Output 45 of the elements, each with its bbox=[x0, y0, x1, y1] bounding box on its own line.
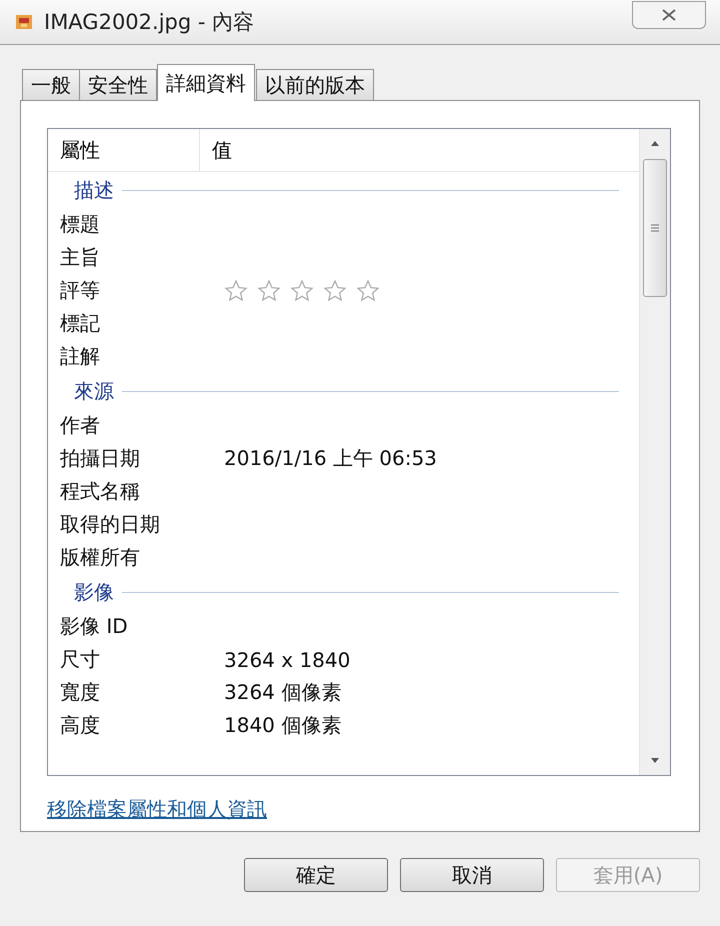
star-icon bbox=[224, 278, 248, 302]
property-value: 1840 個像素 bbox=[224, 712, 342, 739]
star-icon bbox=[323, 278, 347, 302]
up-arrow-icon bbox=[649, 139, 661, 147]
star-icon bbox=[257, 278, 281, 302]
property-name: 寬度 bbox=[59, 679, 101, 706]
down-arrow-icon bbox=[649, 757, 661, 765]
group-heading: 影像 bbox=[74, 578, 114, 606]
column-header[interactable]: 值 bbox=[200, 136, 232, 164]
grip-icon bbox=[650, 223, 660, 233]
tab[interactable]: 詳細資料 bbox=[157, 64, 255, 101]
tab[interactable]: 安全性 bbox=[79, 69, 157, 101]
property-name: 程式名稱 bbox=[59, 478, 141, 505]
group-heading: 描述 bbox=[74, 176, 114, 204]
tab[interactable]: 以前的版本 bbox=[256, 69, 374, 101]
group-heading: 來源 bbox=[74, 378, 114, 404]
property-name: 尺寸 bbox=[59, 646, 101, 673]
property-name: 標題 bbox=[59, 211, 101, 238]
star-icon bbox=[356, 278, 380, 302]
property-value: 2016/1/16 上午 06:53 bbox=[224, 445, 437, 472]
property-name: 取得的日期 bbox=[59, 511, 161, 538]
column-header[interactable]: 屬性 bbox=[48, 129, 200, 171]
dialog-button[interactable]: 取消 bbox=[400, 858, 544, 892]
property-name: 評等 bbox=[59, 277, 101, 304]
property-name: 拍攝日期 bbox=[59, 445, 141, 472]
property-value: 3264 個像素 bbox=[224, 679, 342, 706]
dialog-button[interactable]: 確定 bbox=[244, 858, 388, 892]
scroll-thumb[interactable] bbox=[643, 159, 667, 297]
tab[interactable]: 一般 bbox=[22, 69, 80, 101]
window-title: IMAG2002.jpg - 內容 bbox=[44, 9, 254, 36]
star-rating[interactable] bbox=[224, 278, 380, 302]
scrollbar[interactable] bbox=[639, 129, 670, 775]
property-name: 高度 bbox=[59, 712, 101, 739]
property-name: 主旨 bbox=[59, 244, 101, 271]
star-icon bbox=[290, 278, 314, 302]
property-name: 標記 bbox=[59, 310, 101, 337]
app-icon bbox=[14, 12, 34, 32]
property-value: 3264 x 1840 bbox=[224, 648, 350, 672]
property-name: 影像 ID bbox=[59, 613, 129, 640]
property-name: 作者 bbox=[59, 412, 101, 439]
property-name: 版權所有 bbox=[59, 544, 141, 571]
property-name: 註解 bbox=[59, 343, 101, 370]
remove-properties-link[interactable]: 移除檔案屬性和個人資訊 bbox=[47, 796, 267, 823]
close-button[interactable] bbox=[632, 1, 706, 29]
close-icon bbox=[660, 8, 678, 22]
